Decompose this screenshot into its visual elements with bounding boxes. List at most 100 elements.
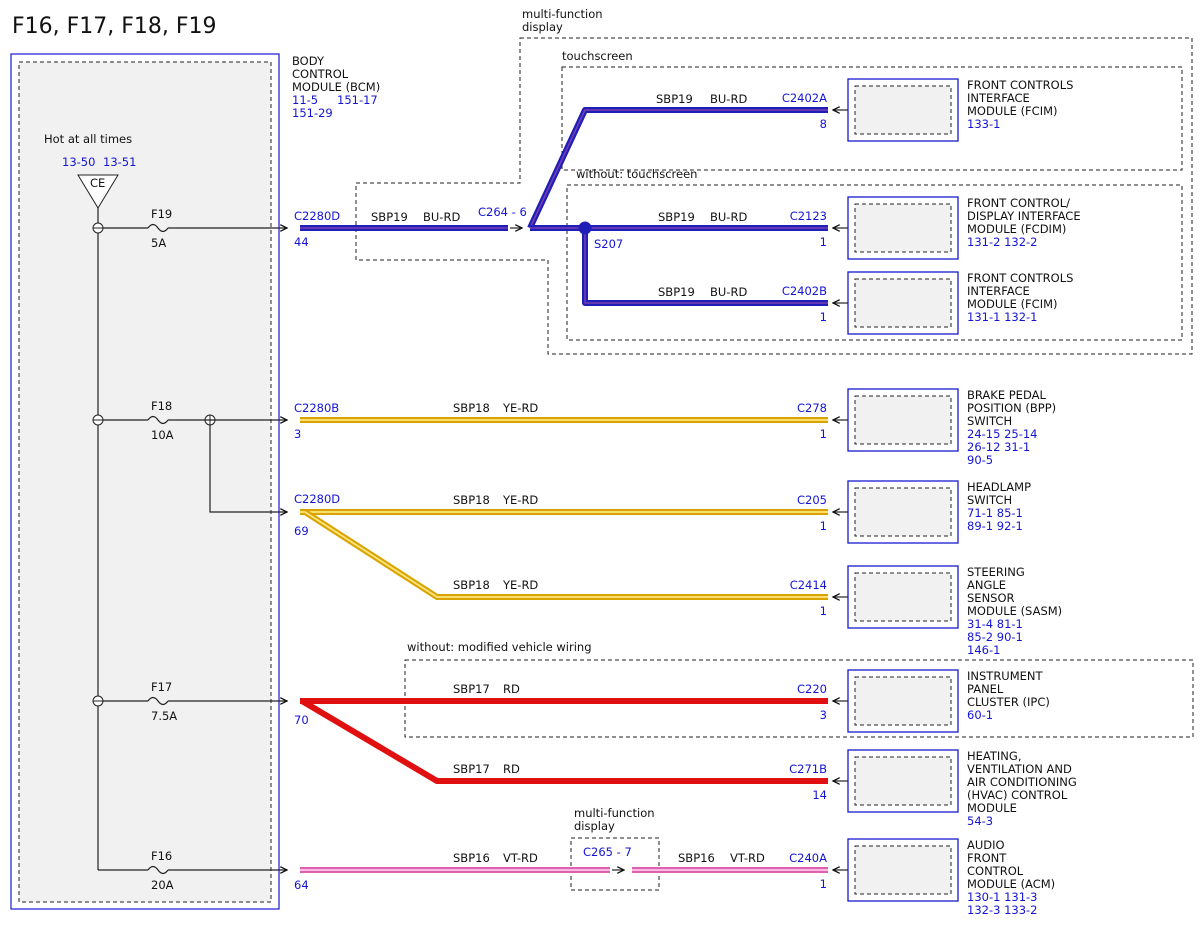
- module-connector-label[interactable]: C205: [797, 493, 827, 507]
- module-name-line: FRONT: [967, 851, 1007, 865]
- module-pin-label: 1: [820, 519, 827, 533]
- module-name-line: MODULE (FCIM): [967, 297, 1058, 311]
- module-connector-label[interactable]: C2402A: [782, 91, 827, 105]
- power-ref-13-50[interactable]: 13-50: [62, 155, 95, 169]
- mfd-bottom-label-line-2: display: [574, 819, 615, 833]
- fuse-rating: 5A: [151, 236, 166, 250]
- circuit-label: SBP19: [658, 285, 695, 299]
- bcm-ref-151-17[interactable]: 151-17: [337, 93, 378, 107]
- module-ref-link[interactable]: 146-1: [967, 643, 1000, 657]
- module-ref-link[interactable]: 24-15 25-14: [967, 427, 1038, 441]
- bcm-ref-151-29[interactable]: 151-29: [292, 106, 333, 120]
- page-title: F16, F17, F18, F19: [12, 14, 217, 39]
- module-name-line: BRAKE PEDAL: [967, 388, 1046, 402]
- module-name-line: FRONT CONTROL/: [967, 196, 1070, 210]
- module-connector-label[interactable]: C220: [797, 682, 827, 696]
- bcm-pin-44: 44: [294, 235, 309, 249]
- module-name-line: INTERFACE: [967, 91, 1030, 105]
- module-c271b[interactable]: C271B 14 HEATING,VENTILATION ANDAIR CONDIT…: [789, 749, 1077, 828]
- module-ref-link[interactable]: 26-12 31-1: [967, 440, 1030, 454]
- inline-connector-c264[interactable]: C264 - 6: [478, 205, 527, 219]
- bcm-name-line-1: BODY: [292, 54, 325, 68]
- wire-color-label: RD: [503, 762, 520, 776]
- touchscreen-label: touchscreen: [562, 49, 633, 63]
- circuit-label: SBP18: [453, 578, 490, 592]
- circuit-label: SBP19: [371, 210, 408, 224]
- wire-color-label: BU-RD: [710, 285, 747, 299]
- module-inner-box: [854, 676, 952, 726]
- module-ref-link[interactable]: 131-1 132-1: [967, 310, 1038, 324]
- module-ref-link[interactable]: 71-1 85-1: [967, 506, 1023, 520]
- module-name-line: DISPLAY INTERFACE: [967, 209, 1081, 223]
- module-inner-box: [854, 572, 952, 622]
- splice-s207-label[interactable]: S207: [594, 237, 623, 251]
- module-connector-label[interactable]: C2123: [790, 209, 827, 223]
- circuit-label: SBP17: [453, 762, 490, 776]
- module-connector-label[interactable]: C240A: [789, 851, 827, 865]
- module-inner-box: [854, 85, 952, 135]
- module-name-line: SWITCH: [967, 493, 1012, 507]
- module-connector-label[interactable]: C2414: [790, 578, 827, 592]
- module-name-line: INTERFACE: [967, 284, 1030, 298]
- module-c220[interactable]: C220 3 INSTRUMENTPANELCLUSTER (IPC)60-1: [797, 669, 1050, 733]
- mfd-label-line-2: display: [522, 20, 563, 34]
- module-c205[interactable]: C205 1 HEADLAMPSWITCH71-1 85-189-1 92-1: [797, 480, 1031, 544]
- module-name-line: HEATING,: [967, 749, 1021, 763]
- module-name-line: CLUSTER (IPC): [967, 695, 1050, 709]
- splice-s207-icon[interactable]: [578, 221, 592, 235]
- mfd-bottom-label-line-1: multi-function: [574, 806, 655, 820]
- module-ref-link[interactable]: 132-3 133-2: [967, 903, 1038, 917]
- module-ref-link[interactable]: 133-1: [967, 117, 1000, 131]
- module-connector-label[interactable]: C278: [797, 401, 827, 415]
- circuit-label: SBP16: [453, 851, 490, 865]
- wire-color-label: YE-RD: [502, 578, 538, 592]
- module-inner-box: [854, 487, 952, 537]
- module-ref-link[interactable]: 60-1: [967, 708, 993, 722]
- module-inner-box: [854, 756, 952, 806]
- module-pin-label: 1: [820, 310, 827, 324]
- ce-label: CE: [90, 176, 105, 190]
- module-connector-label[interactable]: C2402B: [782, 284, 827, 298]
- module-name-line: SENSOR: [967, 591, 1015, 605]
- module-ref-link[interactable]: 131-2 132-2: [967, 235, 1038, 249]
- bcm-connector-c2280d-mid[interactable]: C2280D: [294, 492, 340, 506]
- module-ref-link[interactable]: 89-1 92-1: [967, 519, 1023, 533]
- module-c278[interactable]: C278 1 BRAKE PEDALPOSITION (BPP)SWITCH24-1…: [797, 388, 1056, 467]
- wire-color-label: BU-RD: [423, 210, 460, 224]
- module-name-line: MODULE (FCDIM): [967, 222, 1066, 236]
- wire-color-label: BU-RD: [710, 210, 747, 224]
- module-ref-link[interactable]: 130-1 131-3: [967, 890, 1038, 904]
- bcm-pin-69: 69: [294, 524, 309, 538]
- module-name-line: (HVAC) CONTROL: [967, 788, 1068, 802]
- fuse-rating: 20A: [151, 878, 174, 892]
- bcm-ref-11-5[interactable]: 11-5: [292, 93, 318, 107]
- power-ref-13-51[interactable]: 13-51: [103, 155, 136, 169]
- module-ref-link[interactable]: 90-5: [967, 453, 993, 467]
- module-name-line: PANEL: [967, 682, 1004, 696]
- module-c2414[interactable]: C2414 1 STEERINGANGLESENSORMODULE (SASM)31…: [790, 565, 1062, 657]
- module-ref-link[interactable]: 31-4 81-1: [967, 617, 1023, 631]
- module-pin-label: 3: [820, 708, 827, 722]
- bcm-pin-70: 70: [294, 713, 309, 727]
- fuse-id: F17: [151, 680, 172, 694]
- bcm-name-line-3: MODULE (BCM): [292, 80, 380, 94]
- module-pin-label: 8: [820, 117, 827, 131]
- module-ref-link[interactable]: 85-2 90-1: [967, 630, 1023, 644]
- module-inner-box: [854, 845, 952, 895]
- inline-connector-c265[interactable]: C265 - 7: [583, 845, 632, 859]
- module-c240a[interactable]: C240A 1 AUDIOFRONTCONTROLMODULE (ACM)130-1…: [789, 838, 1055, 917]
- circuit-label: SBP19: [658, 210, 695, 224]
- module-name-line: AUDIO: [967, 838, 1005, 852]
- module-name-line: INSTRUMENT: [967, 669, 1044, 683]
- without-touchscreen-label: without: touchscreen: [576, 167, 697, 181]
- module-name-line: MODULE (FCIM): [967, 104, 1058, 118]
- bcm-connector-c2280b[interactable]: C2280B: [294, 401, 339, 415]
- module-c2123[interactable]: C2123 1 FRONT CONTROL/DISPLAY INTERFACEMOD…: [790, 196, 1081, 260]
- bcm-connector-c2280d-top[interactable]: C2280D: [294, 209, 340, 223]
- wire-color-label: YE-RD: [502, 401, 538, 415]
- module-connector-label[interactable]: C271B: [789, 762, 827, 776]
- module-ref-link[interactable]: 54-3: [967, 814, 993, 828]
- fuse-id: F18: [151, 399, 172, 413]
- wire-sbp18-to-c2414: [303, 509, 828, 600]
- module-name-line: SWITCH: [967, 414, 1012, 428]
